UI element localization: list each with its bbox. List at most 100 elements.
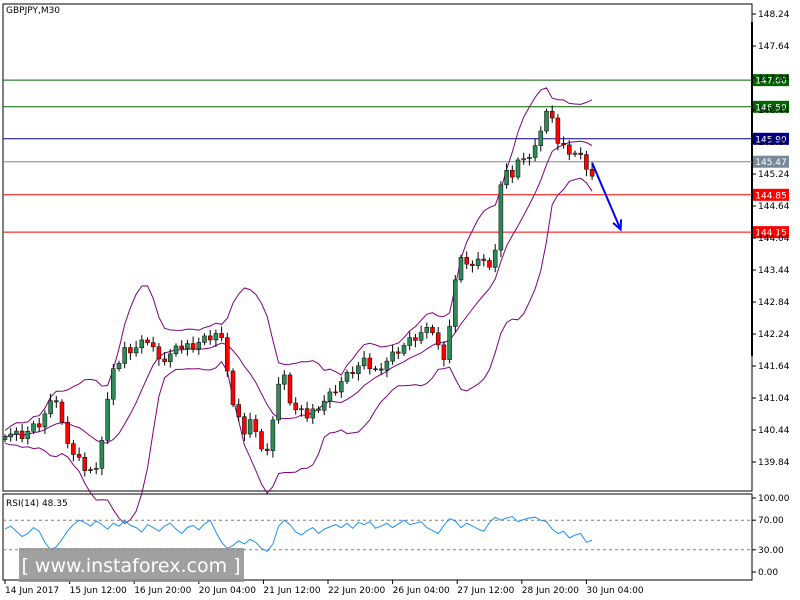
candle-body-52: [299, 408, 304, 411]
candle-body-102: [584, 154, 589, 170]
candle-body-12: [71, 443, 76, 455]
price-tick-label-11: 141.64: [758, 362, 790, 372]
time-tick-label-8: 28 Jun 20:00: [522, 586, 579, 596]
candle-body-46: [264, 448, 270, 451]
price-tick-label-1: 147.64: [758, 42, 790, 52]
candle-body-24: [139, 339, 145, 349]
candle-body-77: [441, 344, 447, 360]
price-tick-label-5: 145.24: [758, 170, 790, 180]
candle-body-27: [156, 346, 162, 360]
candle-body-69: [396, 351, 401, 354]
candle-body-48: [276, 383, 281, 421]
candle-body-0: [2, 436, 8, 440]
time-tick-label-2: 16 Jun 20:00: [134, 586, 191, 596]
candle-body-87: [498, 184, 504, 251]
time-tick-label-9: 30 Jun 04:00: [586, 586, 643, 596]
time-tick-label-1: 15 Jun 12:00: [70, 586, 127, 596]
time-tick-label-5: 22 Jun 20:00: [328, 586, 385, 596]
candle-body-39: [225, 337, 230, 372]
candle-body-34: [196, 342, 202, 350]
candle-body-73: [418, 332, 424, 341]
price-tick-label-13: 140.44: [758, 426, 790, 436]
watermark-text: [ www.instaforex.com ]: [21, 555, 240, 577]
candle-body-60: [344, 372, 350, 382]
candle-body-36: [207, 335, 213, 341]
candle-body-70: [401, 345, 407, 354]
candle-body-42: [242, 416, 247, 435]
candle-body-51: [293, 402, 298, 411]
price-tick-label-0: 148.24: [758, 10, 790, 20]
candle-body-54: [310, 408, 316, 419]
candle-body-30: [173, 345, 179, 355]
candle-body-98: [561, 143, 566, 146]
rsi-tick-label-0: 100.00: [758, 494, 790, 504]
candle-body-58: [333, 391, 338, 394]
candle-body-16: [93, 468, 99, 470]
chart-background: [0, 0, 800, 600]
candle-body-68: [390, 351, 395, 362]
candle-body-5: [31, 423, 36, 432]
candle-body-78: [447, 326, 452, 360]
price-tick-label-10: 142.24: [758, 330, 790, 340]
candle-body-50: [287, 374, 293, 404]
candle-body-67: [384, 360, 390, 371]
candle-body-21: [122, 347, 127, 364]
candle-body-7: [42, 413, 48, 428]
price-tick-label-4: 145.84: [758, 138, 790, 148]
candle-body-59: [339, 381, 344, 393]
candle-body-41: [236, 404, 241, 417]
candle-body-32: [185, 343, 190, 349]
candle-body-28: [162, 358, 167, 362]
candle-body-99: [567, 144, 572, 155]
candle-body-26: [150, 342, 156, 348]
price-tick-label-8: 143.44: [758, 266, 790, 276]
candle-body-62: [356, 365, 361, 374]
candle-body-90: [515, 159, 521, 178]
candle-body-47: [270, 419, 276, 451]
candle-body-23: [133, 347, 139, 354]
candle-body-37: [213, 333, 219, 341]
candle-body-100: [572, 152, 578, 155]
candle-body-86: [492, 249, 498, 268]
price-tick-label-7: 144.04: [758, 234, 790, 244]
candle-body-64: [367, 357, 373, 369]
price-tick-label-12: 141.04: [758, 394, 790, 404]
candle-body-66: [378, 368, 384, 371]
candle-body-91: [521, 158, 526, 161]
candle-body-76: [435, 332, 441, 346]
candle-body-71: [407, 337, 412, 346]
level-label-3: 145.47: [755, 158, 787, 168]
candle-body-45: [259, 431, 264, 450]
candle-body-2: [14, 430, 19, 435]
candle-body-11: [65, 421, 70, 444]
candle-body-1: [8, 433, 13, 438]
chart-title: GBPJPY,M30: [6, 6, 60, 16]
candle-body-40: [230, 370, 236, 405]
candle-body-61: [350, 372, 355, 374]
time-tick-label-7: 27 Jun 12:00: [457, 586, 514, 596]
candle-body-101: [578, 152, 583, 155]
candle-body-25: [145, 339, 150, 343]
candle-body-6: [36, 423, 42, 428]
candle-body-103: [589, 169, 595, 177]
candle-body-88: [504, 170, 509, 186]
time-tick-label-0: 14 Jun 2017: [5, 586, 59, 596]
candle-body-56: [321, 400, 327, 411]
candle-body-97: [555, 117, 561, 144]
candle-body-14: [82, 457, 88, 471]
candle-body-79: [453, 279, 458, 327]
price-tick-label-14: 139.84: [758, 458, 790, 468]
candle-body-43: [247, 419, 253, 435]
candle-body-93: [532, 145, 538, 158]
candle-body-4: [25, 430, 31, 439]
candle-body-65: [373, 368, 378, 370]
candle-body-8: [48, 400, 53, 415]
candle-body-29: [168, 353, 173, 362]
time-tick-label-3: 20 Jun 04:00: [199, 586, 256, 596]
candle-body-74: [424, 327, 430, 333]
time-tick-label-6: 26 Jun 04:00: [393, 586, 450, 596]
candle-body-83: [475, 258, 481, 266]
candle-body-57: [327, 391, 333, 402]
candle-body-31: [179, 345, 184, 349]
candle-body-92: [527, 157, 532, 159]
